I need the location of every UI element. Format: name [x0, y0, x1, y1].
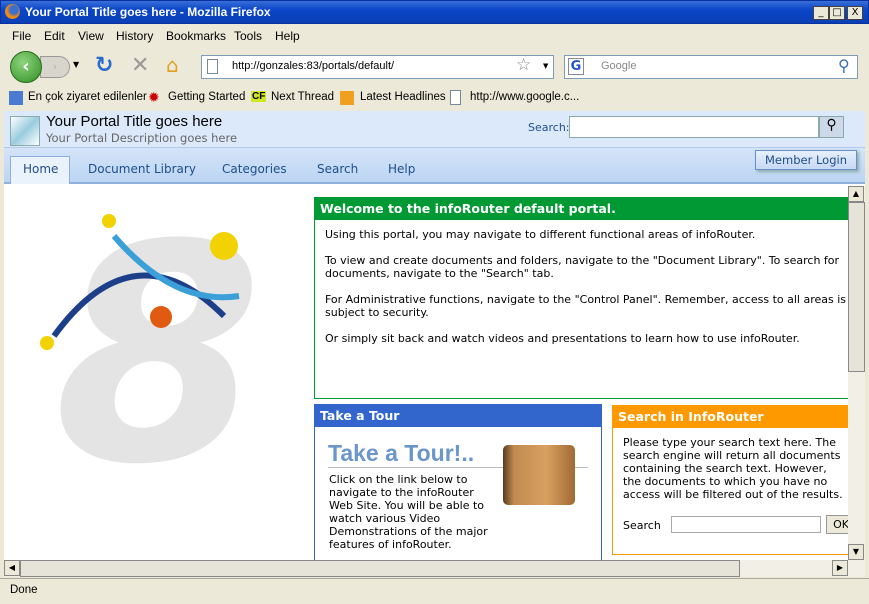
url-text: http://gonzales:83/portals/default/: [232, 60, 395, 72]
stop-icon[interactable]: ✕: [131, 53, 149, 78]
home-icon[interactable]: ⌂: [166, 53, 179, 77]
scroll-down-icon[interactable]: ▼: [848, 544, 864, 560]
page-content: 8 Welcome to the infoRouter default port…: [4, 186, 849, 560]
horizontal-scrollbar[interactable]: ◀ ▶: [4, 560, 865, 577]
search-panel-input[interactable]: [671, 516, 821, 533]
tab-document-library[interactable]: Document Library: [88, 162, 196, 176]
web-page: Your Portal Title goes here Your Portal …: [4, 111, 865, 577]
maximize-button[interactable]: □: [829, 6, 845, 20]
vertical-scroll-thumb[interactable]: [848, 202, 865, 372]
back-button[interactable]: ‹: [10, 51, 42, 83]
scroll-up-icon[interactable]: ▲: [848, 186, 864, 202]
close-button[interactable]: X: [847, 6, 863, 20]
suitcase-image: [503, 445, 575, 505]
tab-help[interactable]: Help: [388, 162, 415, 176]
page-icon: [450, 90, 461, 105]
search-label: Search:: [528, 121, 570, 134]
vertical-scrollbar[interactable]: ▲ ▼: [848, 186, 865, 560]
bookmark-getting-started[interactable]: Getting Started: [168, 91, 245, 103]
bookmark-next-thread[interactable]: Next Thread: [271, 91, 334, 103]
url-bar[interactable]: http://gonzales:83/portals/default/: [201, 55, 554, 79]
search-field-label: Search: [623, 519, 661, 532]
tab-home-label[interactable]: Home: [23, 162, 58, 176]
search-placeholder: Google: [601, 60, 637, 72]
status-bar: Done: [0, 578, 869, 604]
menu-edit[interactable]: Edit: [44, 29, 65, 43]
orbit-graphic: [40, 214, 240, 350]
portal-tabs: Home Document Library Categories Search …: [4, 148, 865, 184]
portal-description: Your Portal Description goes here: [46, 131, 238, 145]
tab-search[interactable]: Search: [317, 162, 358, 176]
welcome-text: Using this portal, you may navigate to d…: [325, 228, 756, 241]
welcome-title: Welcome to the infoRouter default portal…: [315, 198, 849, 220]
portal-search-button[interactable]: ⚲: [819, 116, 844, 138]
url-dropdown-icon[interactable]: ▼: [543, 62, 548, 70]
bookmark-star-icon[interactable]: ☆: [516, 55, 531, 75]
status-text: Done: [10, 584, 38, 596]
portal-search-input[interactable]: [569, 116, 819, 138]
scroll-right-icon[interactable]: ▶: [832, 560, 848, 576]
menu-help[interactable]: Help: [275, 29, 300, 43]
rss-icon: [340, 91, 354, 105]
getting-started-icon: ✹: [148, 89, 160, 105]
menu-view[interactable]: View: [78, 29, 104, 43]
window-title: Your Portal Title goes here - Mozilla Fi…: [25, 5, 271, 19]
welcome-text: For Administrative functions, navigate t…: [325, 293, 846, 319]
minimize-button[interactable]: _: [813, 6, 829, 20]
menu-tools[interactable]: Tools: [234, 29, 262, 43]
bookmark-most-visited[interactable]: En çok ziyaret edilenler: [28, 91, 147, 103]
forward-button[interactable]: ›: [40, 56, 70, 78]
page-icon: [207, 59, 218, 74]
menu-file[interactable]: File: [12, 29, 31, 43]
history-dropdown-icon[interactable]: ▼: [73, 60, 79, 69]
title-bar: Your Portal Title goes here - Mozilla Fi…: [0, 0, 869, 24]
cf-icon: CF: [251, 91, 267, 102]
search-panel-title: Search in InfoRouter: [613, 406, 849, 428]
menu-history[interactable]: History: [116, 29, 153, 43]
bookmark-latest-headlines[interactable]: Latest Headlines: [360, 91, 446, 103]
bookmark-google[interactable]: http://www.google.c...: [470, 91, 579, 103]
tab-categories[interactable]: Categories: [222, 162, 287, 176]
portal-title: Your Portal Title goes here: [46, 113, 223, 130]
most-visited-icon: [9, 91, 23, 105]
menu-bookmarks[interactable]: Bookmarks: [166, 29, 226, 43]
bookmarks-toolbar: En çok ziyaret edilenler ✹ Getting Start…: [0, 86, 869, 110]
welcome-panel: Welcome to the infoRouter default portal…: [314, 197, 849, 399]
scroll-left-icon[interactable]: ◀: [4, 560, 20, 576]
tour-title: Take a Tour: [315, 405, 601, 427]
magnifier-icon[interactable]: ⚲: [838, 56, 850, 75]
search-panel: Search in InfoRouter Please type your se…: [612, 405, 849, 555]
horizontal-scroll-thumb[interactable]: [20, 560, 740, 577]
portal-logo: [10, 116, 40, 146]
google-engine-icon[interactable]: G: [568, 58, 584, 75]
reload-icon[interactable]: ↻: [95, 53, 113, 78]
web-search-input[interactable]: Google: [564, 55, 858, 79]
portal-header: Your Portal Title goes here Your Portal …: [4, 111, 865, 148]
search-ok-button[interactable]: OK: [826, 515, 849, 534]
welcome-text: To view and create documents and folders…: [325, 254, 840, 280]
menu-bar: File Edit View History Bookmarks Tools H…: [0, 24, 869, 48]
member-login-button[interactable]: Member Login: [755, 150, 857, 170]
search-panel-text: Please type your search text here. The s…: [623, 436, 843, 501]
firefox-icon: [5, 4, 20, 19]
take-a-tour-panel: Take a Tour Take a Tour!.. Click on the …: [314, 404, 602, 560]
tour-text: Click on the link below to navigate to t…: [329, 473, 488, 551]
welcome-text: Or simply sit back and watch videos and …: [325, 332, 800, 345]
